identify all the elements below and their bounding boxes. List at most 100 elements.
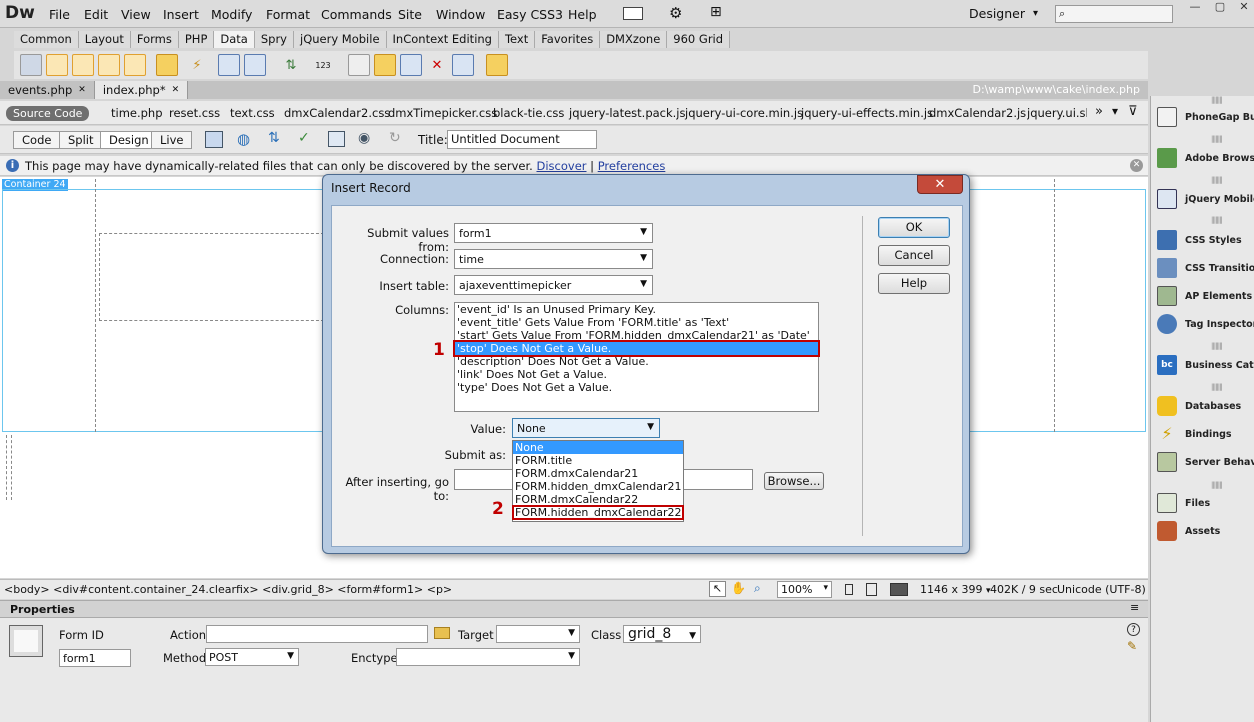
panel-item-databases[interactable]: Databases <box>1157 393 1254 419</box>
panel-item-jquery-mobile[interactable]: jQuery Mobile <box>1157 186 1254 212</box>
panel-item-ap-elements[interactable]: AP Elements <box>1157 283 1254 309</box>
tab-php[interactable]: PHP <box>178 31 215 48</box>
split-view-button[interactable]: Split <box>59 131 103 149</box>
menu-edit[interactable]: Edit <box>84 7 108 22</box>
menu-window[interactable]: Window <box>436 7 485 22</box>
spry-lightning-icon[interactable]: ⚡ <box>186 54 208 76</box>
refresh-icon[interactable]: ↻ <box>389 130 401 146</box>
recordset-paging-icon[interactable] <box>218 54 240 76</box>
panel-item-css-styles[interactable]: CSS Styles <box>1157 227 1254 253</box>
tab-common[interactable]: Common <box>14 31 79 48</box>
value-select[interactable]: None ▼ <box>512 418 660 438</box>
connection-select[interactable]: time ▼ <box>454 249 653 269</box>
recordset-icon[interactable] <box>46 54 68 76</box>
related-file[interactable]: time.php <box>111 106 163 120</box>
menu-file[interactable]: File <box>49 7 70 22</box>
workspace-switcher[interactable]: Designer ▾ <box>969 6 1038 21</box>
related-file[interactable]: jquery.ui.slid <box>1027 106 1087 120</box>
multiscreen-icon[interactable] <box>205 131 223 148</box>
panel-item-assets[interactable]: Assets <box>1157 518 1254 544</box>
import-data-icon[interactable] <box>20 54 42 76</box>
panel-item-tag-inspector[interactable]: Tag Inspector <box>1157 311 1254 337</box>
related-file[interactable]: jquery-latest.pack.js <box>569 106 686 120</box>
form-id-input[interactable]: form1 <box>59 649 131 667</box>
search-input[interactable]: ⌕ <box>1055 5 1173 23</box>
dynamic-data-icon[interactable] <box>98 54 120 76</box>
related-file[interactable]: dmxCalendar2.js <box>929 106 1026 120</box>
close-icon[interactable]: ✕ <box>78 81 86 99</box>
related-file[interactable]: black-tie.css <box>493 106 564 120</box>
tag-selector[interactable]: <body> <div#content.container_24.clearfi… <box>4 583 452 596</box>
dropdown-option[interactable]: FORM.dmxCalendar21 <box>513 467 683 480</box>
menu-insert[interactable]: Insert <box>163 7 199 22</box>
dropdown-option[interactable]: FORM.dmxCalendar22 <box>513 493 683 506</box>
site-structure-icon[interactable]: ⊞ <box>710 4 722 20</box>
menu-site[interactable]: Site <box>398 7 422 22</box>
visual-aids-icon[interactable] <box>328 131 345 147</box>
list-item[interactable]: 'event_title' Gets Value From 'FORM.titl… <box>455 316 818 329</box>
list-item[interactable]: 'start' Gets Value From 'FORM.hidden_dmx… <box>455 329 818 342</box>
chevron-down-icon[interactable]: ▾ <box>1112 104 1118 118</box>
related-file[interactable]: text.css <box>230 106 275 120</box>
tab-events-php[interactable]: events.php ✕ <box>0 81 95 99</box>
dropdown-option-highlighted[interactable]: FORM.hidden_dmxCalendar22 <box>512 505 684 520</box>
close-icon[interactable]: ✕ <box>172 81 180 99</box>
update-record-icon[interactable] <box>374 54 396 76</box>
panel-item-files[interactable]: Files <box>1157 490 1254 516</box>
method-select[interactable]: POST ▼ <box>205 648 299 666</box>
tab-spry[interactable]: Spry <box>254 31 294 48</box>
window-size[interactable]: 1146 x 399 ▾ <box>920 583 991 596</box>
panel-item-bindings[interactable]: ⚡ Bindings <box>1157 421 1254 447</box>
folder-icon[interactable] <box>434 627 450 639</box>
list-item[interactable]: 'event_id' Is an Unused Primary Key. <box>455 303 818 316</box>
panel-grip[interactable]: |||||||| <box>1211 176 1223 184</box>
panel-grip[interactable]: |||||||| <box>1211 383 1223 391</box>
panel-grip[interactable]: |||||||| <box>1211 481 1223 489</box>
hand-icon[interactable]: ✋ <box>731 581 746 595</box>
debug-icon[interactable]: ✓ <box>298 130 310 146</box>
menu-help[interactable]: Help <box>568 7 597 22</box>
related-file[interactable]: dmxCalendar2.css <box>284 106 390 120</box>
tab-layout[interactable]: Layout <box>78 31 131 48</box>
zoom-icon[interactable]: ⌕ <box>754 581 761 596</box>
menu-format[interactable]: Format <box>266 7 310 22</box>
cancel-button[interactable]: Cancel <box>878 245 950 266</box>
related-file[interactable]: jquery-ui-core.min.js <box>685 106 803 120</box>
file-transfer-icon[interactable]: ⇅ <box>268 130 280 146</box>
tab-data[interactable]: Data <box>214 31 255 48</box>
tab-favorites[interactable]: Favorites <box>535 31 601 48</box>
panel-item-server-behaviors[interactable]: Server Behaviors <box>1157 449 1254 475</box>
layout-icon[interactable] <box>623 7 643 20</box>
panel-grip[interactable]: |||||||| <box>1211 135 1223 143</box>
list-item[interactable]: 'type' Does Not Get a Value. <box>455 381 818 394</box>
preferences-link[interactable]: Preferences <box>598 159 666 173</box>
insert-record-icon[interactable] <box>348 54 370 76</box>
action-input[interactable] <box>206 625 428 643</box>
delete-icon[interactable]: ✕ <box>426 54 448 76</box>
filter-icon[interactable]: ⊽ <box>1128 104 1138 119</box>
record-count-icon[interactable]: 123 <box>312 54 334 76</box>
enctype-select[interactable]: ▼ <box>396 648 580 666</box>
maximize-button[interactable]: ▢ <box>1208 0 1232 16</box>
tab-incontext-editing[interactable]: InContext Editing <box>386 31 499 48</box>
source-code-button[interactable]: Source Code <box>6 106 90 121</box>
xslt-icon[interactable] <box>486 54 508 76</box>
desktop-size-icon[interactable] <box>890 583 908 596</box>
pointer-icon[interactable]: ↖ <box>709 581 726 597</box>
panel-grip[interactable]: |||||||| <box>1211 96 1223 104</box>
master-detail-icon[interactable] <box>244 54 266 76</box>
live-view-button[interactable]: Live <box>151 131 193 149</box>
list-item-selected[interactable]: 'stop' Does Not Get a Value. <box>453 340 820 357</box>
tab-text[interactable]: Text <box>498 31 536 48</box>
more-files-icon[interactable]: » <box>1095 104 1103 119</box>
submit-values-select[interactable]: form1 ▼ <box>454 223 653 243</box>
tab-960-grid[interactable]: 960 Grid <box>667 31 731 48</box>
zoom-select[interactable]: 100% ▾ <box>777 581 832 598</box>
tab-jquery-mobile[interactable]: jQuery Mobile <box>294 31 387 48</box>
globe-icon[interactable]: ◍ <box>237 130 250 148</box>
target-select[interactable]: ▼ <box>496 625 580 643</box>
help-button[interactable]: Help <box>878 273 950 294</box>
display-record-icon[interactable] <box>156 54 178 76</box>
panel-grip[interactable]: |||||||| <box>1211 342 1223 350</box>
value-dropdown-list[interactable]: None FORM.title FORM.dmxCalendar21 FORM.… <box>512 440 684 522</box>
